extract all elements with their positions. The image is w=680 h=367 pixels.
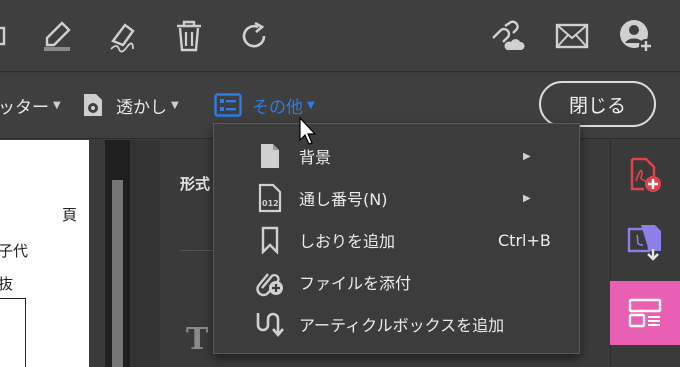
document-page: 頁 子代 抜 bbox=[0, 140, 89, 367]
shortcut-label: Ctrl+B bbox=[498, 230, 551, 250]
menu-item-label: ファイルを添付 bbox=[299, 274, 412, 293]
panel-divider bbox=[130, 140, 160, 367]
redo-icon[interactable] bbox=[232, 14, 276, 58]
article-icon bbox=[252, 308, 288, 340]
page-gutter bbox=[89, 140, 105, 367]
menu-item-label: アーティクルボックスを追加 bbox=[299, 316, 505, 335]
submenu-arrow-icon: ▶ bbox=[523, 192, 531, 204]
footer-menu-label: ッター bbox=[0, 97, 49, 118]
bates-number-icon: 012 bbox=[252, 182, 288, 214]
page-icon bbox=[252, 140, 288, 172]
create-pdf-icon[interactable] bbox=[610, 143, 680, 207]
chevron-down-icon: ▼ bbox=[53, 99, 61, 111]
document-table bbox=[0, 298, 26, 367]
menu-item-bates-numbering[interactable]: 012 通し番号(N) ▶ bbox=[214, 177, 579, 219]
menu-item-background[interactable]: 背景 ▶ bbox=[214, 135, 579, 177]
trash-icon[interactable] bbox=[167, 14, 211, 58]
menu-item-label: しおりを追加 bbox=[299, 232, 396, 251]
close-button[interactable]: 閉じる bbox=[539, 81, 656, 127]
document-text: 抜 bbox=[0, 275, 14, 293]
chevron-down-icon: ▼ bbox=[307, 99, 315, 111]
add-user-icon[interactable] bbox=[614, 14, 658, 58]
expand-icon[interactable] bbox=[0, 14, 22, 58]
bookmark-icon bbox=[252, 224, 288, 256]
text-format-icon[interactable]: T bbox=[186, 322, 208, 357]
mouse-cursor-icon bbox=[299, 116, 319, 151]
watermark-menu-label: 透かし bbox=[116, 97, 167, 118]
menu-item-add-bookmark[interactable]: しおりを追加 Ctrl+B bbox=[214, 219, 579, 261]
sign-pen-icon[interactable] bbox=[100, 14, 144, 58]
format-label: 形式 bbox=[180, 175, 211, 193]
menu-item-label: 通し番号(N) bbox=[299, 190, 388, 209]
watermark-icon bbox=[84, 94, 102, 116]
organize-pages-icon[interactable] bbox=[610, 281, 680, 345]
submenu-arrow-icon: ▶ bbox=[523, 150, 531, 162]
scrollbar-thumb[interactable] bbox=[112, 180, 123, 367]
other-menu[interactable]: その他 ▼ bbox=[214, 93, 315, 118]
menu-item-attach-file[interactable]: ファイルを添付 bbox=[214, 261, 579, 303]
attach-icon bbox=[252, 266, 288, 298]
chevron-down-icon: ▼ bbox=[171, 99, 179, 111]
top-toolbar bbox=[0, 0, 680, 72]
document-text: 子代 bbox=[0, 242, 29, 260]
link-cloud-icon[interactable] bbox=[484, 14, 528, 58]
mail-icon[interactable] bbox=[550, 14, 594, 58]
svg-text:012: 012 bbox=[262, 199, 279, 208]
document-text: 頁 bbox=[62, 206, 78, 224]
highlighter-icon[interactable] bbox=[35, 14, 79, 58]
other-menu-label: その他 bbox=[252, 97, 303, 118]
watermark-menu[interactable]: 透かし ▼ bbox=[82, 93, 179, 118]
footer-menu[interactable]: ッター ▼ bbox=[0, 93, 61, 118]
other-dropdown-menu: 背景 ▶ 012 通し番号(N) ▶ しおりを追加 Ctrl+B ファイルを添付… bbox=[213, 123, 580, 354]
list-icon bbox=[214, 93, 242, 117]
combine-files-icon[interactable] bbox=[610, 210, 680, 274]
menu-item-add-article-box[interactable]: アーティクルボックスを追加 bbox=[214, 303, 579, 345]
